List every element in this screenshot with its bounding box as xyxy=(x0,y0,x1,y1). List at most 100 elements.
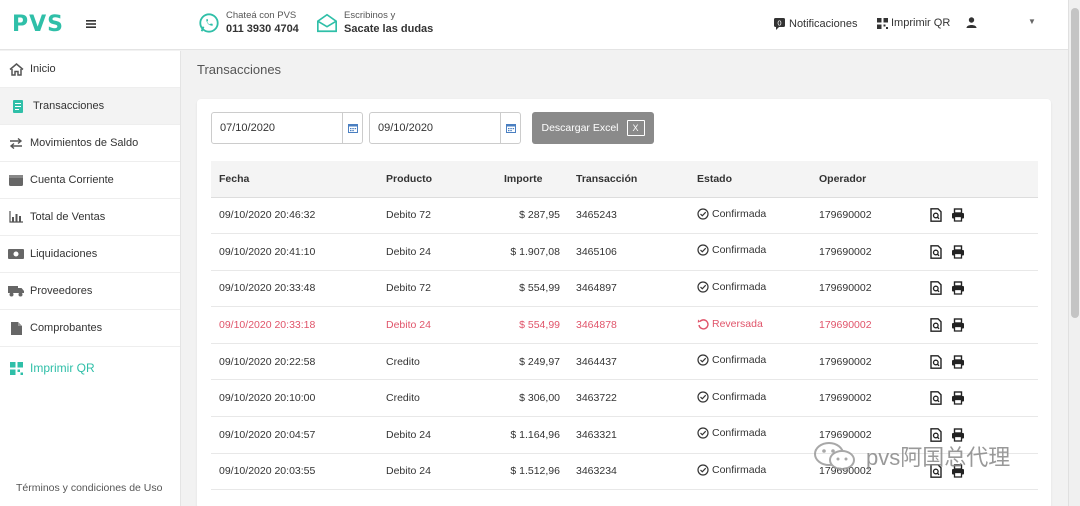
column-header-importe[interactable]: Importe xyxy=(484,161,566,198)
status-label: Confirmada xyxy=(712,354,767,367)
whatsapp-caption: Chateá con PVS xyxy=(226,10,297,21)
view-receipt-icon[interactable] xyxy=(929,244,943,259)
page-title: Transacciones xyxy=(197,62,282,77)
top-bar: PVS Chateá con PVS 011 3930 4704 Escribi… xyxy=(0,0,1068,50)
truck-icon xyxy=(8,284,24,298)
table-row[interactable]: 09/10/2020 20:33:18 Debito 24 $ 554,99 3464… xyxy=(211,306,1038,344)
cell-producto: Credito xyxy=(377,379,484,418)
date-to-field[interactable]: 09/10/2020 xyxy=(369,112,521,144)
cell-operador: 179690002 xyxy=(819,270,929,308)
cell-actions xyxy=(929,343,1038,381)
table-row[interactable]: 09/10/2020 20:41:10 Debito 24 $ 1.907,08 34… xyxy=(211,233,1038,271)
cell-importe: $ 306,00 xyxy=(484,379,566,418)
print-qr-button[interactable]: Imprimir QR xyxy=(877,17,950,29)
confirmed-icon xyxy=(697,244,709,256)
date-from-field[interactable]: 07/10/2020 xyxy=(211,112,363,144)
watermark: pvs阿国总代理 xyxy=(812,440,1010,472)
sidebar-item-imprimir-qr[interactable]: Imprimir QR xyxy=(0,349,180,387)
column-header-actions xyxy=(929,161,1038,198)
cell-actions xyxy=(929,306,1038,344)
cell-fecha: 09/10/2020 20:10:00 xyxy=(211,379,377,418)
status-badge: Confirmada xyxy=(697,427,766,439)
sidebar-item-cuenta-corriente[interactable]: Cuenta Corriente xyxy=(0,162,180,199)
whatsapp-number: 011 3930 4704 xyxy=(226,23,299,35)
sidebar-item-comprobantes[interactable]: Comprobantes xyxy=(0,310,180,347)
print-icon[interactable] xyxy=(951,245,965,259)
status-badge: Confirmada xyxy=(697,208,766,220)
sidebar-item-total-de-ventas[interactable]: Total de Ventas xyxy=(0,199,180,236)
page-scrollbar[interactable] xyxy=(1068,0,1080,506)
email-contact[interactable]: Escribinos y Sacate las dudas xyxy=(316,10,433,35)
qr-icon xyxy=(877,17,888,29)
cell-estado: Confirmada xyxy=(693,270,819,308)
view-receipt-icon[interactable] xyxy=(929,354,943,369)
cell-estado: Confirmada xyxy=(693,416,819,454)
sidebar-item-label: Proveedores xyxy=(30,285,93,297)
sidebar-item-inicio[interactable]: Inicio xyxy=(0,51,180,88)
user-dropdown-caret-icon[interactable]: ▼ xyxy=(1028,17,1036,26)
status-badge: Confirmada xyxy=(697,464,766,476)
date-from-value: 07/10/2020 xyxy=(220,122,276,134)
status-label: Confirmada xyxy=(712,280,767,293)
sidebar-item-movimientos-de-saldo[interactable]: Movimientos de Saldo xyxy=(0,125,180,162)
sidebar-item-proveedores[interactable]: Proveedores xyxy=(0,273,180,310)
user-menu-icon[interactable] xyxy=(966,17,977,28)
scrollbar-thumb[interactable] xyxy=(1071,8,1079,318)
status-badge: Confirmada xyxy=(697,391,766,403)
column-header-operador[interactable]: Operador xyxy=(819,161,929,198)
column-header-producto[interactable]: Producto xyxy=(377,161,484,198)
cell-actions xyxy=(929,379,1038,418)
cell-estado: Confirmada xyxy=(693,453,819,491)
sidebar-item-label: Inicio xyxy=(30,63,56,75)
sidebar-item-label: Movimientos de Saldo xyxy=(30,137,139,149)
column-header-transaccion[interactable]: Transacción xyxy=(566,161,693,198)
calendar-icon[interactable] xyxy=(342,113,362,143)
calendar-icon[interactable] xyxy=(500,113,520,143)
print-icon[interactable] xyxy=(951,318,965,332)
cell-transaccion: 3463722 xyxy=(566,379,693,418)
cell-transaccion: 3464897 xyxy=(566,270,693,308)
column-header-fecha[interactable]: Fecha xyxy=(211,161,377,198)
notifications-button[interactable]: 0 Notificaciones xyxy=(773,17,857,30)
table-row[interactable]: 09/10/2020 20:33:48 Debito 72 $ 554,99 3464… xyxy=(211,270,1038,308)
sidebar-item-label: Imprimir QR xyxy=(30,361,95,375)
print-icon[interactable] xyxy=(951,281,965,296)
print-icon[interactable] xyxy=(951,354,965,369)
cell-importe: $ 1.907,08 xyxy=(484,233,566,271)
sidebar-item-liquidaciones[interactable]: Liquidaciones xyxy=(0,236,180,273)
sidebar-item-transacciones[interactable]: Transacciones xyxy=(0,88,180,125)
print-qr-label: Imprimir QR xyxy=(891,17,951,29)
cell-estado: Reversada xyxy=(693,306,819,344)
view-receipt-icon[interactable] xyxy=(929,391,943,406)
pvs-logo[interactable]: PVS xyxy=(12,12,64,37)
cell-producto: Debito 24 xyxy=(377,416,484,454)
table-row[interactable]: 09/10/2020 20:46:32 Debito 72 $ 287,95 3465… xyxy=(211,197,1038,235)
table-row[interactable]: 09/10/2020 20:10:00 Credito $ 306,00 346372… xyxy=(211,379,1038,418)
cell-fecha: 09/10/2020 20:46:32 xyxy=(211,197,377,235)
cell-operador: 179690002 xyxy=(819,197,929,235)
cell-importe: $ 1.164,96 xyxy=(484,416,566,454)
receipt-icon xyxy=(12,99,24,113)
cell-transaccion: 3463234 xyxy=(566,453,693,491)
sidebar-item-label: Cuenta Corriente xyxy=(30,174,114,186)
file-icon xyxy=(8,321,24,335)
status-label: Confirmada xyxy=(712,244,767,257)
table-row[interactable]: 09/10/2020 20:22:58 Credito $ 249,97 346443… xyxy=(211,343,1038,381)
view-receipt-icon[interactable] xyxy=(929,281,943,296)
download-excel-button[interactable]: Descargar Excel X xyxy=(532,112,654,144)
print-icon[interactable] xyxy=(951,391,965,405)
column-header-estado[interactable]: Estado xyxy=(693,161,819,198)
whatsapp-contact[interactable]: Chateá con PVS 011 3930 4704 xyxy=(198,10,299,35)
print-icon[interactable] xyxy=(951,208,965,222)
terms-link[interactable]: Términos y condiciones de Uso xyxy=(16,482,162,494)
menu-toggle-icon[interactable] xyxy=(86,16,96,34)
cell-importe: $ 554,99 xyxy=(484,306,566,344)
status-badge: Confirmada xyxy=(697,244,766,256)
confirmed-icon xyxy=(697,208,709,220)
swap-icon xyxy=(8,136,24,150)
view-receipt-icon[interactable] xyxy=(929,208,943,223)
view-receipt-icon[interactable] xyxy=(929,318,943,332)
cell-estado: Confirmada xyxy=(693,343,819,381)
cell-importe: $ 287,95 xyxy=(484,197,566,235)
wechat-logo-icon xyxy=(814,442,855,470)
